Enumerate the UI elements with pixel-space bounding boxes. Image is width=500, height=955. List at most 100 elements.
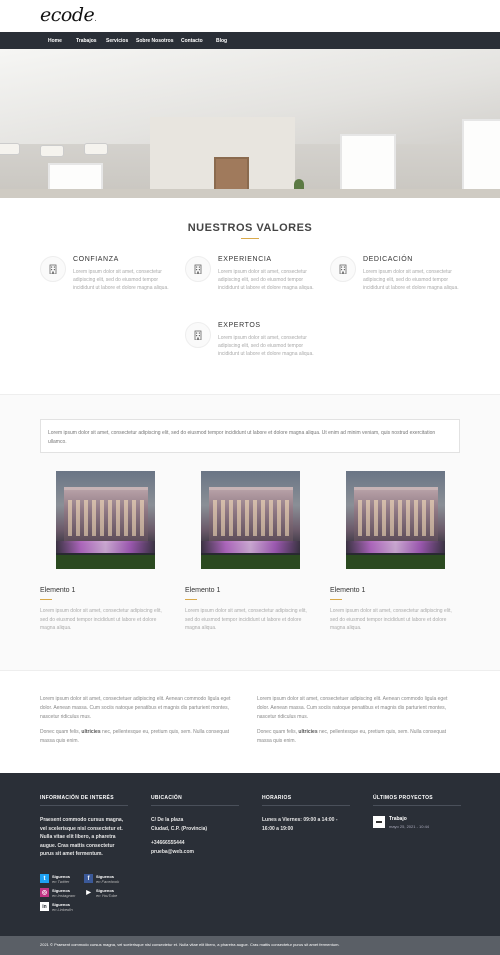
value-text: Lorem ipsum dolor sit amet, consectetur …: [218, 269, 314, 291]
nav-servicios[interactable]: Servicios: [106, 38, 136, 44]
copyright-text: 2021 © Praesent commodo cursus magna, ve…: [40, 942, 340, 947]
project-meta: Trabajo mayo 25, 2021 - 10:44: [389, 816, 429, 829]
footer-heading: ÚLTIMOS PROYECTOS: [373, 795, 461, 806]
page: ecode Home Trabajos Servicios Sobre Noso…: [0, 0, 500, 955]
value-title: DEDICACIÓN: [363, 256, 413, 263]
footer-projects: ÚLTIMOS PROYECTOS Trabajo mayo 25, 2021 …: [373, 795, 461, 829]
value-title: EXPERIENCIA: [218, 256, 272, 263]
copyright-bar: 2021 © Praesent commodo cursus magna, ve…: [0, 936, 500, 955]
paragraph-bold: ultricies: [298, 729, 318, 735]
hours-text: Lunes a Viernes: 09:00 a 14:00 - 16:00 a…: [262, 817, 338, 832]
photo-building: [354, 487, 438, 543]
element-divider: [40, 599, 52, 600]
nav-blog[interactable]: Blog: [216, 38, 246, 44]
project-date: mayo 25, 2021 - 10:44: [389, 824, 430, 829]
social-network: en Instagram: [52, 893, 76, 898]
values-section: NUESTROS VALORES CONFIANZA Lorem ipsum d…: [0, 198, 500, 394]
linkedin-icon: in: [40, 902, 49, 911]
address-line: Ciudad, C.P. (Provincia): [151, 825, 208, 832]
element-title[interactable]: Elemento 1: [40, 587, 75, 594]
social-linkedin[interactable]: in Síguenos en LinkedIn: [40, 902, 84, 916]
photo-grass: [56, 555, 155, 569]
project-thumbnail: [373, 816, 385, 828]
photo-lights: [346, 541, 445, 553]
footer-location: UBICACIÓN C/ De la plaza Ciudad, C.P. (P…: [151, 795, 239, 856]
youtube-icon: ▶: [86, 890, 91, 896]
element-divider: [330, 599, 342, 600]
hero-lamp: [40, 145, 64, 157]
site-header: ecode Home Trabajos Servicios Sobre Noso…: [0, 0, 500, 49]
element-text: Lorem ipsum dolor sit amet, consectetur …: [185, 608, 307, 631]
column-paragraph: Lorem ipsum dolor sit amet, consectetuer…: [257, 696, 448, 720]
site-logo[interactable]: ecode: [40, 4, 96, 26]
social-youtube[interactable]: ▶ Síguenos en YouTube: [84, 888, 128, 902]
value-text: Lorem ipsum dolor sit amet, consectetur …: [73, 269, 169, 291]
column-paragraph: Donec quam felis, ultricies nec, pellent…: [257, 728, 460, 746]
social-network: en LinkedIn: [52, 907, 73, 912]
hero-image: [0, 49, 500, 198]
social-network: en Twitter: [52, 879, 70, 884]
footer-info-text: Praesent commodo cursus magna, vel scele…: [40, 817, 124, 857]
building-photo[interactable]: [201, 471, 300, 569]
elements-section: Lorem ipsum dolor sit amet, consectetur …: [0, 394, 500, 671]
logo-bar: ecode: [0, 0, 500, 32]
building-photo[interactable]: [56, 471, 155, 569]
building-icon: [330, 256, 356, 282]
column-paragraph: Lorem ipsum dolor sit amet, consectetuer…: [40, 696, 231, 720]
social-network: en YouTube: [96, 893, 118, 898]
nav-sobre-nosotros[interactable]: Sobre Nosotros: [136, 38, 181, 44]
footer-location-body: C/ De la plaza Ciudad, C.P. (Provincia) …: [151, 816, 239, 856]
value-text: Lorem ipsum dolor sit amet, consectetur …: [363, 269, 459, 291]
social-instagram[interactable]: ◎ Síguenos en Instagram: [40, 888, 84, 902]
element-text: Lorem ipsum dolor sit amet, consectetur …: [330, 608, 452, 631]
paragraph-bold: ultricies: [81, 729, 101, 735]
photo-grass: [201, 555, 300, 569]
address-line: C/ De la plaza: [151, 817, 184, 823]
text-column: Lorem ipsum dolor sit amet, consectetuer…: [257, 695, 460, 752]
hero-lamp: [0, 143, 20, 155]
nav-trabajos[interactable]: Trabajos: [76, 38, 106, 44]
project-title[interactable]: Trabajo: [389, 816, 429, 822]
hero-floor: [0, 189, 500, 198]
notice-box: Lorem ipsum dolor sit amet, consectetur …: [40, 419, 460, 453]
text-columns: Lorem ipsum dolor sit amet, consectetuer…: [0, 671, 500, 777]
photo-building: [64, 487, 148, 543]
facebook-icon: f: [84, 874, 93, 883]
footer-heading: HORARIOS: [262, 795, 350, 806]
column-paragraph: Donec quam felis, ultricies nec, pellent…: [40, 728, 243, 746]
project-item[interactable]: Trabajo mayo 25, 2021 - 10:44: [373, 816, 461, 829]
nav-contacto[interactable]: Contacto: [181, 38, 216, 44]
main-nav: Home Trabajos Servicios Sobre Nosotros C…: [0, 32, 500, 49]
twitter-icon: t: [40, 874, 49, 883]
text-column: Lorem ipsum dolor sit amet, consectetuer…: [40, 695, 243, 752]
footer-info: INFORMACIÓN DE INTERÉS Praesent commodo …: [40, 795, 128, 859]
footer-heading: UBICACIÓN: [151, 795, 239, 806]
hero-window: [462, 119, 500, 198]
paragraph-text: Donec quam felis,: [257, 729, 299, 735]
element-title[interactable]: Elemento 1: [330, 587, 365, 594]
phone-link[interactable]: +34666555444: [151, 839, 239, 848]
value-text: Lorem ipsum dolor sit amet, consectetur …: [218, 335, 314, 357]
paragraph-text: Donec quam felis,: [40, 729, 82, 735]
footer-heading: INFORMACIÓN DE INTERÉS: [40, 795, 128, 806]
nav-home[interactable]: Home: [48, 38, 76, 44]
title-divider: [241, 238, 259, 239]
social-network: en Facebook: [96, 879, 120, 884]
photo-building: [209, 487, 293, 543]
photo-lights: [201, 541, 300, 553]
building-icon: [185, 256, 211, 282]
element-text: Lorem ipsum dolor sit amet, consectetur …: [40, 608, 162, 631]
footer-hours: HORARIOS Lunes a Viernes: 09:00 a 14:00 …: [262, 795, 350, 833]
social-facebook[interactable]: f Síguenos en Facebook: [84, 874, 128, 888]
value-title: EXPERTOS: [218, 322, 261, 329]
values-title: NUESTROS VALORES: [187, 222, 313, 234]
value-title: CONFIANZA: [73, 256, 119, 263]
building-icon: [40, 256, 66, 282]
photo-lights: [56, 541, 155, 553]
building-photo[interactable]: [346, 471, 445, 569]
email-link[interactable]: prueba@web.com: [151, 848, 239, 857]
element-divider: [185, 599, 197, 600]
social-twitter[interactable]: t Síguenos en Twitter: [40, 874, 84, 888]
element-title[interactable]: Elemento 1: [185, 587, 220, 594]
instagram-icon: ◎: [40, 888, 49, 897]
